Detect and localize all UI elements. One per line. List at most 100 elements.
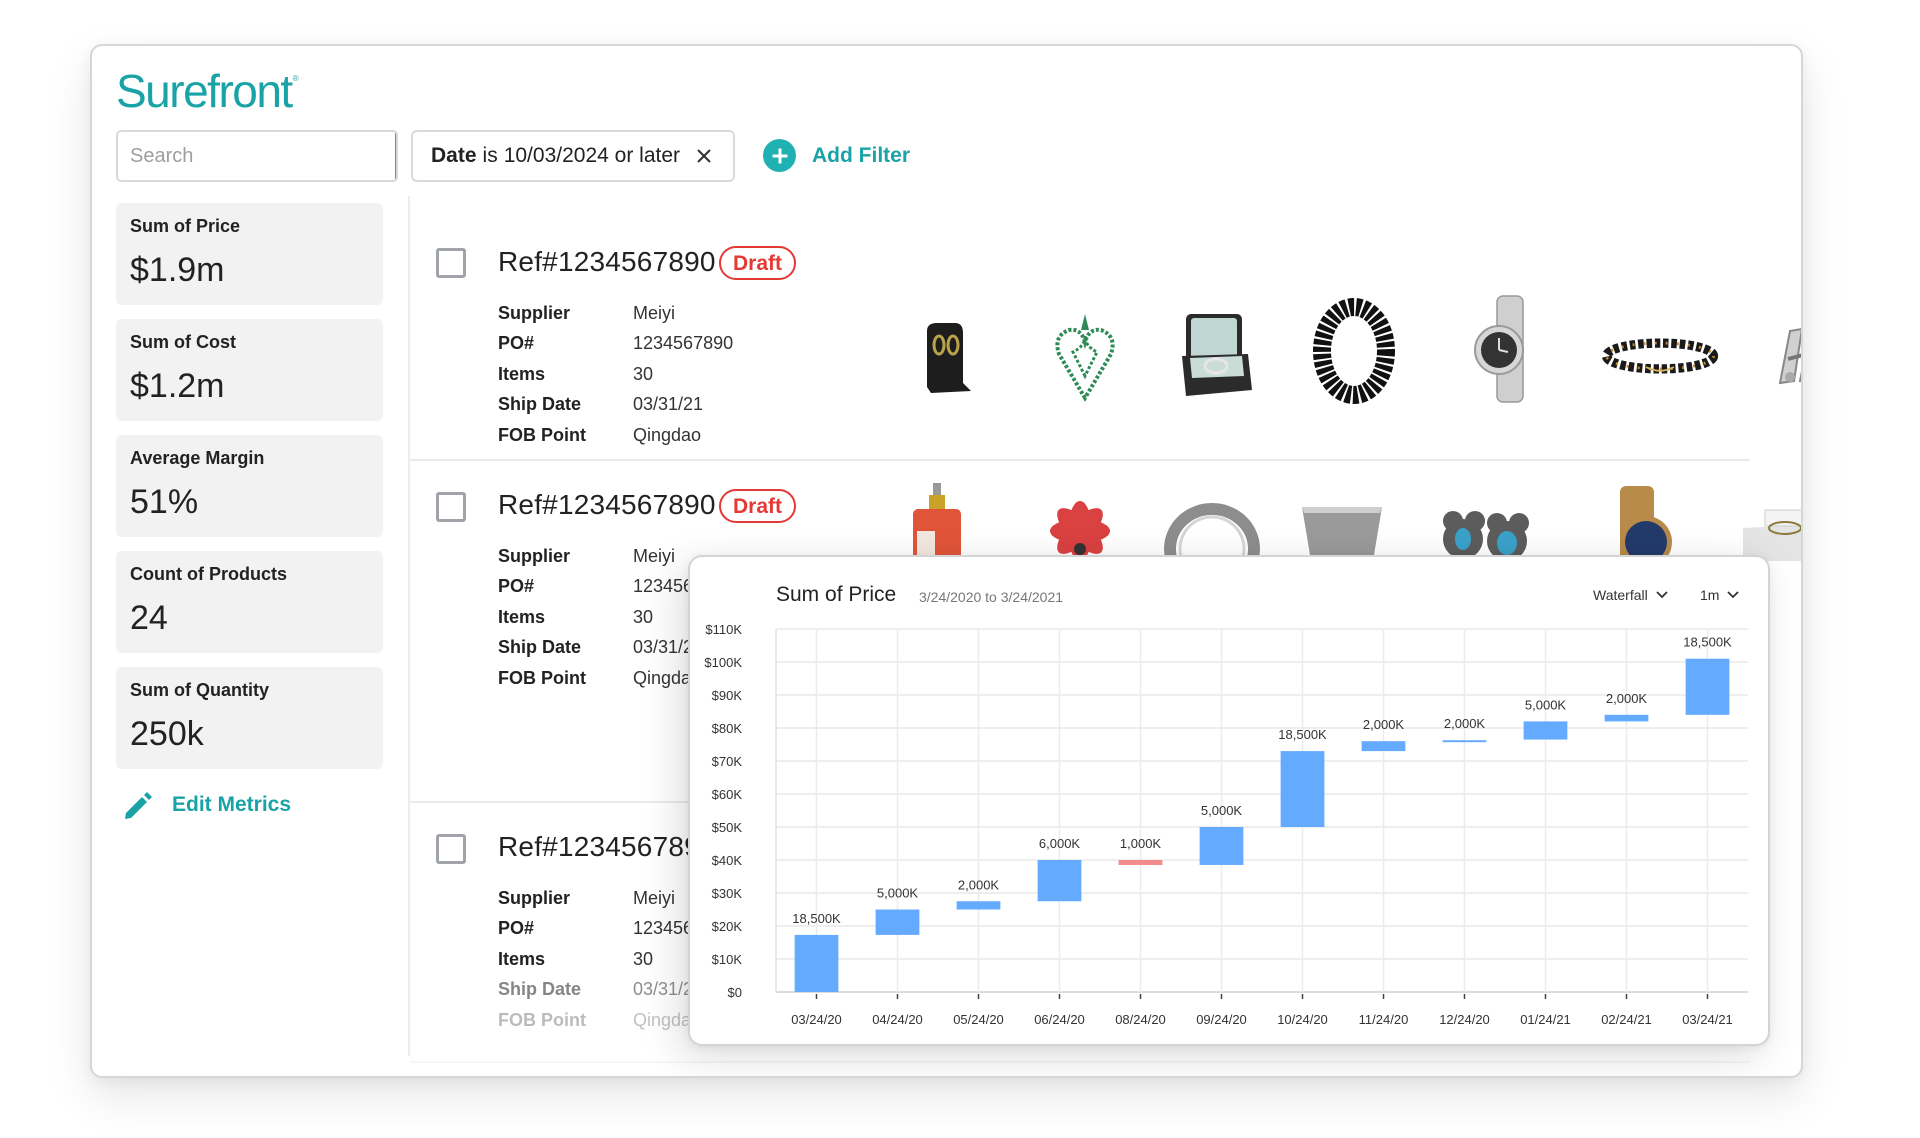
x-tick-label: 01/24/21 (1520, 1012, 1571, 1027)
status-badge: Draft (719, 489, 797, 523)
metric-card-average-margin: Average Margin 51% (116, 435, 383, 537)
product-thumbnail-earrings-on-stand[interactable] (885, 301, 1005, 411)
field-label: Supplier (498, 302, 571, 323)
field-items: Items 30 (498, 359, 733, 390)
field-label: Items (498, 948, 546, 969)
filter-field: Date (431, 144, 477, 167)
waterfall-bar (1118, 860, 1163, 865)
waterfall-bar (1280, 751, 1325, 827)
y-tick-label: $80K (712, 721, 743, 736)
field-value: Qingdao (633, 424, 702, 445)
field-value: 30 (633, 606, 654, 627)
field-label: Ship Date (498, 637, 582, 658)
field-value: 1234567890 (633, 333, 734, 354)
metric-label: Average Margin (130, 448, 265, 468)
bar-data-label: 18,500K (1683, 635, 1732, 650)
row-checkbox[interactable] (436, 834, 466, 864)
y-tick-label: $20K (712, 919, 743, 934)
waterfall-bar (1199, 827, 1244, 865)
product-thumbnail-beaded-bracelet[interactable] (1600, 301, 1720, 411)
edit-metrics-button[interactable]: Edit Metrics (116, 789, 383, 821)
search-button[interactable] (395, 132, 396, 180)
field-label: Items (498, 606, 546, 627)
close-icon (697, 149, 711, 163)
record-ref[interactable]: Ref#1234567890 (498, 489, 716, 521)
x-tick-label: 09/24/20 (1196, 1012, 1247, 1027)
waterfall-bar (956, 901, 1001, 910)
product-thumbnail-flower-brooch[interactable] (1020, 491, 1140, 561)
metric-card-sum-of-quantity: Sum of Quantity 250k (116, 667, 383, 769)
product-thumbnail-ring-in-white-box[interactable] (1725, 506, 1801, 561)
bar-data-label: 2,000K (1444, 716, 1486, 731)
field-label: PO# (498, 576, 535, 597)
product-thumbnail-mesh-bangle[interactable] (1294, 296, 1414, 406)
y-tick-label: $70K (712, 754, 743, 769)
add-filter-button[interactable]: Add Filter (763, 139, 910, 172)
add-filter-label: Add Filter (812, 143, 910, 167)
metric-label: Sum of Cost (130, 332, 236, 352)
filter-operator: is (482, 144, 498, 167)
product-thumbnail-band-ring[interactable] (1150, 501, 1270, 561)
product-thumbnail-ring-in-box[interactable] (1157, 301, 1277, 411)
record-ref[interactable]: Ref#1234567890 (498, 831, 716, 863)
waterfall-bar (1523, 721, 1568, 740)
record-fields: Supplier Meiyi PO# 1234567890 Items 30 Ship… (498, 298, 733, 451)
x-tick-label: 11/24/20 (1359, 1012, 1409, 1027)
y-tick-label: $100K (704, 655, 742, 670)
metric-value: 250k (130, 715, 204, 753)
product-thumbnail-perfume-bottle[interactable] (877, 481, 997, 561)
field-label: FOB Point (498, 667, 586, 688)
metric-card-count-of-products: Count of Products 24 (116, 551, 383, 653)
product-thumbnail-gold-watch[interactable] (1582, 486, 1702, 561)
waterfall-bar (1037, 860, 1082, 902)
y-tick-label: $90K (712, 688, 743, 703)
search-input[interactable] (118, 132, 395, 180)
waterfall-bar (875, 909, 920, 935)
product-thumbnail-silver-watch[interactable] (1446, 294, 1566, 404)
x-tick-label: 03/24/20 (791, 1012, 842, 1027)
y-tick-label: $0 (728, 985, 742, 1000)
bar-data-label: 6,000K (1039, 836, 1081, 851)
x-tick-label: 10/24/20 (1277, 1012, 1328, 1027)
field-label: PO# (498, 918, 535, 939)
field-label: PO# (498, 333, 535, 354)
remove-filter-button[interactable] (696, 148, 712, 164)
y-tick-label: $40K (712, 853, 743, 868)
metric-value: 24 (130, 599, 168, 637)
product-thumbnail-hammered-cup[interactable] (1282, 501, 1402, 561)
field-value: 03/31/21 (633, 394, 704, 415)
logo-registered-mark: ® (292, 74, 299, 83)
field-value: Meiyi (633, 887, 676, 908)
x-tick-label: 06/24/20 (1034, 1012, 1085, 1027)
waterfall-bar (1604, 714, 1649, 722)
date-filter-chip[interactable]: Date is 10/03/2024 or later (411, 130, 735, 182)
app-window: Surefront® Date is 10/03/2024 or later A… (90, 44, 1803, 1078)
bar-data-label: 18,500K (792, 911, 841, 926)
row-checkbox[interactable] (436, 248, 466, 278)
metric-label: Sum of Quantity (130, 680, 269, 700)
waterfall-chart: $0 $10K $20K $30K $40K $50K $60K $70K $80K $90K $1… (704, 622, 1748, 1027)
field-label: Ship Date (498, 979, 582, 1000)
field-value: Meiyi (633, 302, 676, 323)
metrics-panel: Sum of Price $1.9m Sum of Cost $1.2m Ave… (116, 203, 383, 821)
record-ref[interactable]: Ref#1234567890 (498, 246, 716, 278)
surefront-logo[interactable]: Surefront® (116, 64, 299, 118)
product-thumbnail-flower-earrings[interactable] (1428, 501, 1548, 561)
product-thumbnail-heart-pendant[interactable] (1025, 301, 1145, 411)
product-thumbnail-silver-ring[interactable] (1740, 301, 1801, 411)
bar-data-label: 5,000K (1201, 803, 1243, 818)
x-tick-label: 12/24/20 (1439, 1012, 1490, 1027)
status-badge: Draft (719, 246, 797, 280)
bar-data-label: 5,000K (1525, 697, 1567, 712)
y-tick-label: $60K (712, 787, 743, 802)
field-label: FOB Point (498, 424, 586, 445)
field-label: Ship Date (498, 394, 582, 415)
list-item[interactable]: Ref#1234567890 Draft Supplier Meiyi PO# 12… (410, 196, 1801, 461)
bar-data-label: 1,000K (1120, 836, 1162, 851)
field-label: Supplier (498, 887, 571, 908)
x-tick-label: 03/24/21 (1682, 1012, 1733, 1027)
row-checkbox[interactable] (436, 492, 466, 522)
search-box (116, 130, 398, 182)
field-po: PO# 1234567890 (498, 329, 733, 360)
bar-data-label: 5,000K (877, 886, 919, 901)
